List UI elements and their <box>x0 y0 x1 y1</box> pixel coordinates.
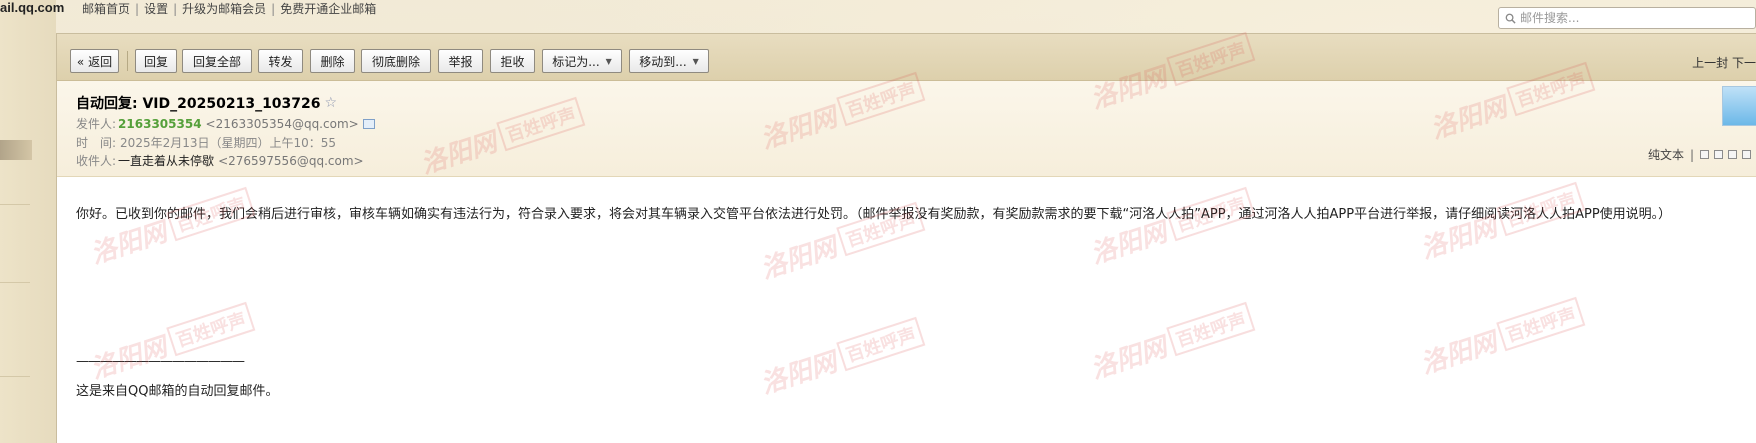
recipient-address: <276597556@qq.com> <box>218 154 364 168</box>
mail-header: 自动回复: VID_20250213_103726 ☆ 发件人: 21633053… <box>57 81 1756 177</box>
auto-reply-note: 这是来自QQ邮箱的自动回复邮件。 <box>76 384 279 399</box>
recipient-label: 收件人: <box>76 154 117 168</box>
report-button[interactable]: 举报 <box>438 49 483 73</box>
link-upgrade-member[interactable]: 升级为邮箱会员 <box>182 2 266 16</box>
back-button[interactable]: « 返回 <box>70 49 119 73</box>
search-icon <box>1505 13 1516 24</box>
search-input[interactable] <box>1520 11 1740 25</box>
new-window-icon[interactable] <box>1700 150 1709 159</box>
sender-label: 发件人: <box>76 117 117 131</box>
caret-down-icon: ▼ <box>605 56 612 66</box>
reply-button[interactable]: 回复 <box>135 49 177 73</box>
caret-down-icon: ▼ <box>692 56 699 66</box>
time-label: 时 间: <box>76 136 117 150</box>
move-to-dropdown[interactable]: 移动到... ▼ <box>629 49 709 73</box>
left-divider <box>0 376 30 377</box>
link-mail-home[interactable]: 邮箱首页 <box>82 2 130 16</box>
recipient-row: 收件人: 一直走着从未停歇 <276597556@qq.com> <box>76 152 364 169</box>
copy-icon[interactable] <box>1714 150 1723 159</box>
left-panel-mark <box>0 140 32 160</box>
link-settings[interactable]: 设置 <box>144 2 168 16</box>
body-divider: —————————————— <box>76 354 245 369</box>
forward-button[interactable]: 转发 <box>258 49 303 73</box>
mail-body: 你好。已收到你的邮件，我们会稍后进行审核，审核车辆如确实有违法行为，符合录入要求… <box>57 177 1756 443</box>
time-value: 2025年2月13日（星期四）上午10：55 <box>120 136 337 150</box>
sender-name[interactable]: 2163305354 <box>118 117 202 131</box>
contact-card-icon[interactable] <box>362 119 375 129</box>
toolbar-separator <box>127 51 128 71</box>
left-panel <box>0 0 56 443</box>
mail-subject: 自动回复: VID_20250213_103726 ☆ <box>76 93 337 113</box>
plain-text-link[interactable]: 纯文本 <box>1648 146 1684 163</box>
body-text: 你好。已收到你的邮件，我们会稍后进行审核，审核车辆如确实有违法行为，符合录入要求… <box>76 207 1672 222</box>
left-divider <box>0 204 30 205</box>
top-links: 邮箱首页 | 设置 | 升级为邮箱会员 | 免费开通企业邮箱 <box>82 2 377 16</box>
move-to-label: 移动到... <box>639 54 687 69</box>
reply-all-button[interactable]: 回复全部 <box>182 49 252 73</box>
mail-toolbar: « 返回 回复 回复全部 转发 删除 彻底删除 举报 拒收 标记为... ▼ 移动… <box>57 34 1756 81</box>
link-enterprise-mail[interactable]: 免费开通企业邮箱 <box>280 2 376 16</box>
sender-address: <2163305354@qq.com> <box>205 117 359 131</box>
account-logo: ail.qq.com <box>0 0 65 15</box>
star-icon[interactable]: ☆ <box>325 95 338 111</box>
recipient-name[interactable]: 一直走着从未停歇 <box>118 154 214 168</box>
avatar <box>1722 86 1756 126</box>
delete-button[interactable]: 删除 <box>310 49 355 73</box>
left-divider <box>0 282 30 283</box>
mark-as-dropdown[interactable]: 标记为... ▼ <box>542 49 622 73</box>
prev-next-nav[interactable]: 上一封 下一 <box>1692 54 1756 71</box>
sender-row: 发件人: 2163305354 <2163305354@qq.com> <box>76 115 375 132</box>
search-box[interactable] <box>1498 7 1756 29</box>
print-icon[interactable] <box>1742 150 1751 159</box>
save-icon[interactable] <box>1728 150 1737 159</box>
delete-permanently-button[interactable]: 彻底删除 <box>361 49 431 73</box>
mail-frame: « 返回 回复 回复全部 转发 删除 彻底删除 举报 拒收 标记为... ▼ 移动… <box>56 31 1756 443</box>
mark-as-label: 标记为... <box>552 54 600 69</box>
reject-button[interactable]: 拒收 <box>490 49 535 73</box>
time-row: 时 间: 2025年2月13日（星期四）上午10：55 <box>76 134 336 151</box>
subject-text: 自动回复: VID_20250213_103726 <box>76 96 321 112</box>
header-tools: 纯文本 | <box>1648 146 1756 163</box>
